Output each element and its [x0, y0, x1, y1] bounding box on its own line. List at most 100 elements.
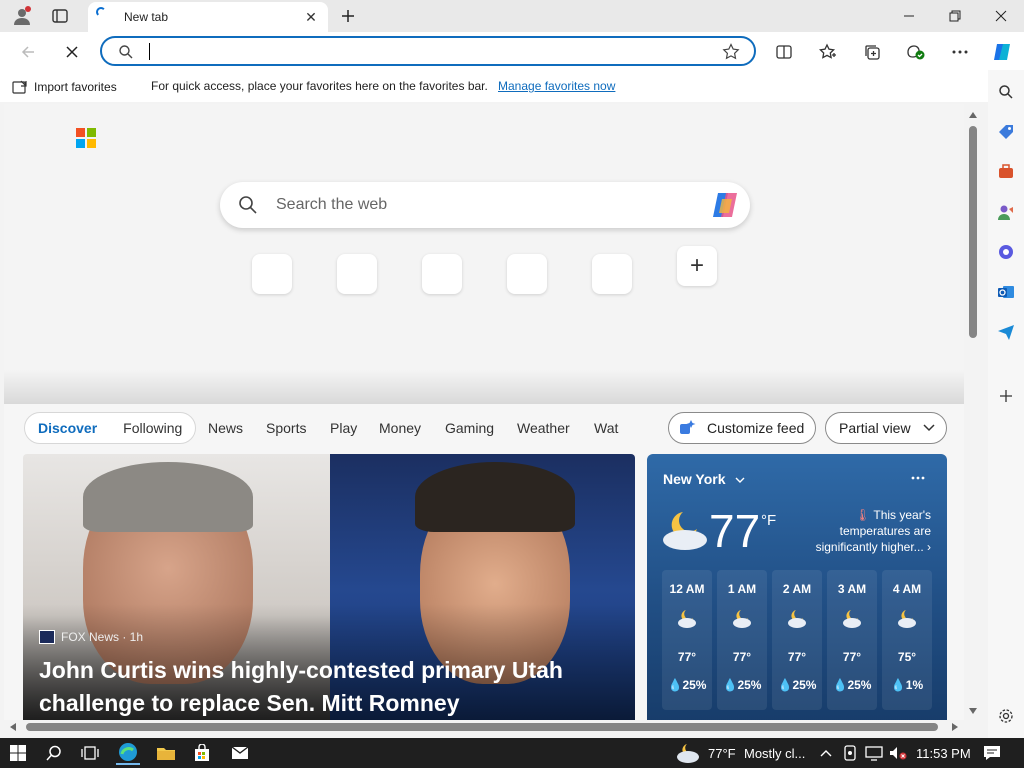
scroll-right-icon[interactable] — [952, 723, 958, 731]
partly-cloudy-night-icon — [788, 610, 806, 628]
horizontal-scrollbar[interactable] — [4, 720, 964, 734]
outlook-icon[interactable] — [992, 278, 1020, 306]
more-options-icon[interactable] — [911, 476, 925, 480]
start-windows-icon[interactable] — [6, 741, 30, 765]
manage-favorites-link[interactable]: Manage favorites now — [498, 79, 615, 93]
person-hair — [415, 462, 575, 532]
partly-cloudy-night-icon — [733, 610, 751, 628]
import-icon — [12, 80, 27, 94]
nav-watch[interactable]: Wat — [594, 420, 618, 436]
sidebar-search-icon[interactable] — [992, 78, 1020, 106]
shopping-tag-icon[interactable] — [992, 118, 1020, 146]
games-icon[interactable] — [992, 198, 1020, 226]
title-bar: New tab ✕ — [0, 0, 1024, 32]
customize-feed-button[interactable]: Customize feed — [668, 412, 816, 444]
scroll-up-icon[interactable] — [969, 112, 977, 118]
weather-card[interactable]: New York 77 °F 🌡 This year's temperature… — [647, 454, 947, 720]
quick-link-tile[interactable] — [337, 254, 377, 294]
hour-temperature: 75° — [897, 650, 917, 664]
nav-sports[interactable]: Sports — [266, 420, 306, 436]
tab-following[interactable]: Following — [110, 412, 195, 444]
nav-play[interactable]: Play — [330, 420, 357, 436]
nav-money[interactable]: Money — [379, 420, 421, 436]
taskbar-weather-condition[interactable]: Mostly cl... — [744, 746, 805, 761]
person-hair — [83, 462, 253, 532]
copilot-icon[interactable] — [710, 191, 740, 219]
partly-cloudy-night-icon — [663, 512, 707, 550]
store-icon[interactable] — [190, 741, 214, 765]
hourly-forecast-item[interactable]: 4 AM 75° 💧1% — [882, 570, 932, 710]
hero-headline[interactable]: John Curtis wins highly-contested primar… — [39, 654, 599, 720]
volume-muted-icon[interactable] — [886, 741, 910, 765]
more-options-icon[interactable] — [948, 40, 972, 64]
network-icon[interactable] — [862, 741, 886, 765]
taskbar-clock[interactable]: 11:53 PM — [916, 746, 971, 761]
microsoft-365-icon[interactable] — [992, 238, 1020, 266]
weather-location[interactable]: New York — [663, 471, 745, 487]
nav-weather[interactable]: Weather — [517, 420, 570, 436]
windows-taskbar: 77°F Mostly cl... 11:53 PM — [0, 738, 1024, 768]
address-bar[interactable] — [100, 36, 756, 66]
partial-view-dropdown[interactable]: Partial view — [825, 412, 947, 444]
favorites-icon[interactable] — [816, 40, 840, 64]
hourly-forecast-item[interactable]: 12 AM 77° 💧25% — [662, 570, 712, 710]
scroll-thumb[interactable] — [26, 723, 938, 731]
search-icon[interactable] — [42, 741, 66, 765]
file-explorer-icon[interactable] — [154, 741, 178, 765]
hour-precipitation: 💧25% — [667, 678, 707, 692]
mail-icon[interactable] — [228, 741, 252, 765]
chevron-up-icon[interactable] — [814, 741, 838, 765]
favorite-star-icon[interactable] — [722, 43, 740, 61]
tab-discover[interactable]: Discover — [25, 412, 110, 444]
quick-link-tile[interactable] — [422, 254, 462, 294]
browser-essentials-icon[interactable] — [904, 40, 928, 64]
back-arrow-icon[interactable] — [16, 40, 40, 64]
hour-temperature: 77° — [842, 650, 862, 664]
close-button[interactable] — [978, 0, 1024, 32]
profile-icon[interactable] — [10, 4, 34, 28]
scroll-down-icon[interactable] — [969, 708, 977, 714]
import-favorites-button[interactable]: Import favorites — [12, 79, 117, 95]
hero-news-card[interactable]: FOX News · 1h John Curtis wins highly-co… — [23, 454, 635, 720]
minimize-button[interactable] — [886, 0, 932, 32]
collections-icon[interactable] — [860, 40, 884, 64]
fox-news-logo-icon — [39, 630, 55, 644]
web-search-box[interactable]: Search the web — [220, 182, 750, 228]
hourly-forecast-item[interactable]: 2 AM 77° 💧25% — [772, 570, 822, 710]
hourly-forecast-item[interactable]: 3 AM 77° 💧25% — [827, 570, 877, 710]
hourly-forecast-item[interactable]: 1 AM 77° 💧25% — [717, 570, 767, 710]
restore-button[interactable] — [932, 0, 978, 32]
edge-taskbar-icon[interactable] — [116, 741, 140, 765]
tab-actions-icon[interactable] — [48, 4, 72, 28]
split-screen-icon[interactable] — [772, 40, 796, 64]
add-shortcut-button[interactable]: + — [677, 246, 717, 286]
device-icon[interactable] — [838, 741, 862, 765]
vertical-scrollbar[interactable] — [966, 110, 980, 720]
stop-loading-icon[interactable] — [60, 40, 84, 64]
new-tab-icon[interactable] — [336, 4, 360, 28]
nav-news[interactable]: News — [208, 420, 243, 436]
copilot-icon[interactable] — [990, 40, 1014, 64]
add-sidebar-app-icon[interactable] — [992, 382, 1020, 410]
weather-note[interactable]: 🌡 This year's temperatures are significa… — [807, 507, 931, 555]
drop-send-icon[interactable] — [992, 318, 1020, 346]
task-view-icon[interactable] — [78, 741, 102, 765]
scroll-left-icon[interactable] — [10, 723, 16, 731]
scroll-thumb[interactable] — [969, 126, 977, 338]
hour-temperature: 77° — [677, 650, 697, 664]
notifications-icon[interactable] — [980, 741, 1004, 765]
partly-cloudy-night-icon — [843, 610, 861, 628]
tab-title: New tab — [124, 10, 169, 24]
search-icon — [119, 45, 133, 59]
quick-link-tile[interactable] — [252, 254, 292, 294]
tab-close-icon[interactable]: ✕ — [302, 8, 320, 26]
weather-night-icon[interactable] — [674, 741, 702, 765]
taskbar-temperature[interactable]: 77°F — [708, 746, 736, 761]
quick-link-tile[interactable] — [507, 254, 547, 294]
quick-link-tile[interactable] — [592, 254, 632, 294]
tools-briefcase-icon[interactable] — [992, 158, 1020, 186]
loading-icon — [96, 7, 106, 17]
tab-new-tab[interactable]: New tab ✕ — [88, 2, 328, 32]
nav-gaming[interactable]: Gaming — [445, 420, 494, 436]
sidebar-settings-icon[interactable] — [992, 702, 1020, 730]
